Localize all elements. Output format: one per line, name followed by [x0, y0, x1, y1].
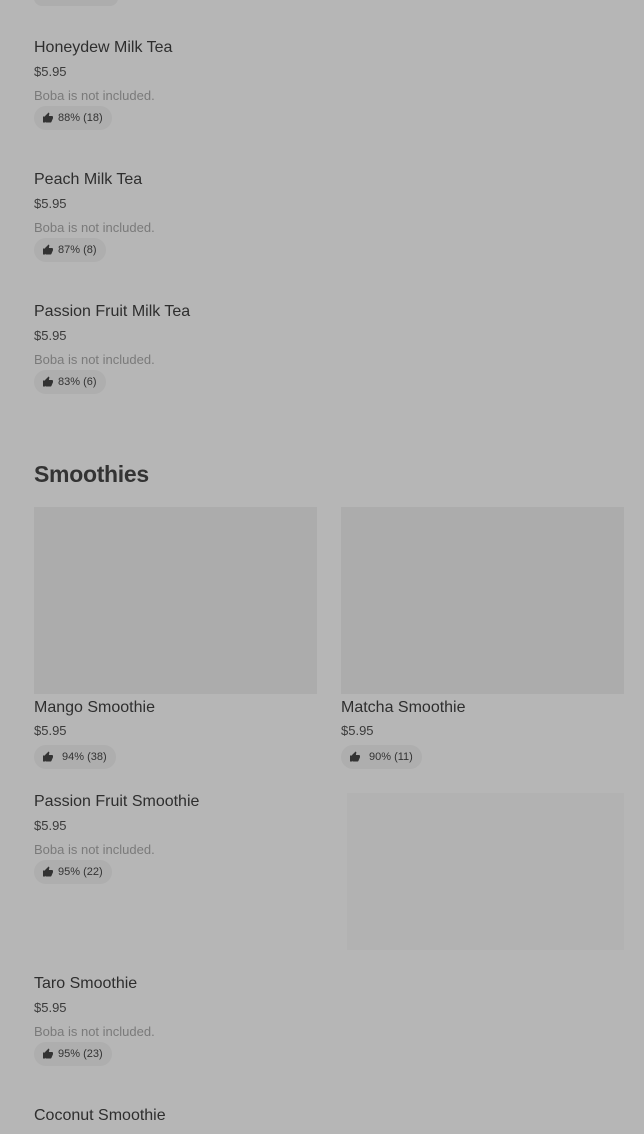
- rating-pill-partial: [34, 0, 118, 6]
- item-price: $5.95: [34, 328, 67, 343]
- rating-text: 95% (23): [58, 1048, 103, 1060]
- item-name: Passion Fruit Milk Tea: [34, 303, 191, 320]
- menu-item-passion-fruit-smoothie[interactable]: Passion Fruit Smoothie $5.95 Boba is not…: [34, 792, 334, 892]
- rating-badge: 88% (18): [34, 106, 112, 130]
- item-name: Mango Smoothie: [34, 699, 155, 716]
- item-description: Boba is not included.: [34, 1024, 155, 1039]
- rating-text: 95% (22): [58, 866, 103, 878]
- item-image: [34, 507, 317, 694]
- rating-badge: 95% (23): [34, 1042, 112, 1066]
- item-image-passion-fruit-smoothie: [347, 793, 624, 950]
- menu-item-coconut-smoothie[interactable]: Coconut Smoothie: [34, 1106, 334, 1134]
- item-price: $5.95: [34, 196, 67, 211]
- item-price: $5.95: [34, 818, 67, 833]
- rating-badge: 94% (38): [34, 745, 116, 769]
- rating-text: 90% (11): [369, 751, 413, 763]
- thumbs-up-icon: [42, 376, 54, 388]
- item-image: [341, 507, 624, 694]
- rating-text: 83% (6): [58, 376, 97, 388]
- item-name: Matcha Smoothie: [341, 699, 466, 716]
- section-title-smoothies: Smoothies: [34, 461, 149, 487]
- item-description: Boba is not included.: [34, 88, 155, 103]
- item-price: $5.95: [34, 723, 67, 738]
- menu-page: Honeydew Milk Tea $5.95 Boba is not incl…: [0, 0, 644, 1134]
- item-name: Taro Smoothie: [34, 975, 138, 992]
- rating-text: 94% (38): [62, 751, 107, 763]
- item-name: Coconut Smoothie: [34, 1107, 166, 1124]
- rating-badge: 90% (11): [341, 745, 422, 769]
- thumbs-up-icon: [42, 112, 54, 124]
- menu-item-honeydew-milk-tea[interactable]: Honeydew Milk Tea $5.95 Boba is not incl…: [34, 38, 334, 138]
- item-name: Honeydew Milk Tea: [34, 39, 173, 56]
- thumbs-up-icon: [349, 751, 361, 763]
- item-price: $5.95: [34, 1000, 67, 1015]
- item-description: Boba is not included.: [34, 842, 155, 857]
- item-name: Passion Fruit Smoothie: [34, 793, 200, 810]
- rating-badge: 95% (22): [34, 860, 112, 884]
- item-price: $5.95: [341, 723, 374, 738]
- rating-text: 87% (8): [58, 244, 97, 256]
- item-description: Boba is not included.: [34, 220, 155, 235]
- thumbs-up-icon: [42, 866, 54, 878]
- menu-item-peach-milk-tea[interactable]: Peach Milk Tea $5.95 Boba is not include…: [34, 170, 334, 270]
- item-description: Boba is not included.: [34, 352, 155, 367]
- menu-card-mango-smoothie[interactable]: Mango Smoothie $5.95 94% (38): [34, 507, 317, 769]
- thumbs-up-icon: [42, 1048, 54, 1060]
- rating-badge: 83% (6): [34, 370, 106, 394]
- menu-card-matcha-smoothie[interactable]: Matcha Smoothie $5.95 90% (11): [341, 507, 624, 769]
- thumbs-up-icon: [42, 751, 54, 763]
- menu-item-passion-fruit-milk-tea[interactable]: Passion Fruit Milk Tea $5.95 Boba is not…: [34, 302, 334, 402]
- menu-item-taro-smoothie[interactable]: Taro Smoothie $5.95 Boba is not included…: [34, 974, 334, 1074]
- rating-text: 88% (18): [58, 112, 103, 124]
- thumbs-up-icon: [42, 244, 54, 256]
- item-name: Peach Milk Tea: [34, 171, 143, 188]
- item-price: $5.95: [34, 64, 67, 79]
- rating-badge: 87% (8): [34, 238, 106, 262]
